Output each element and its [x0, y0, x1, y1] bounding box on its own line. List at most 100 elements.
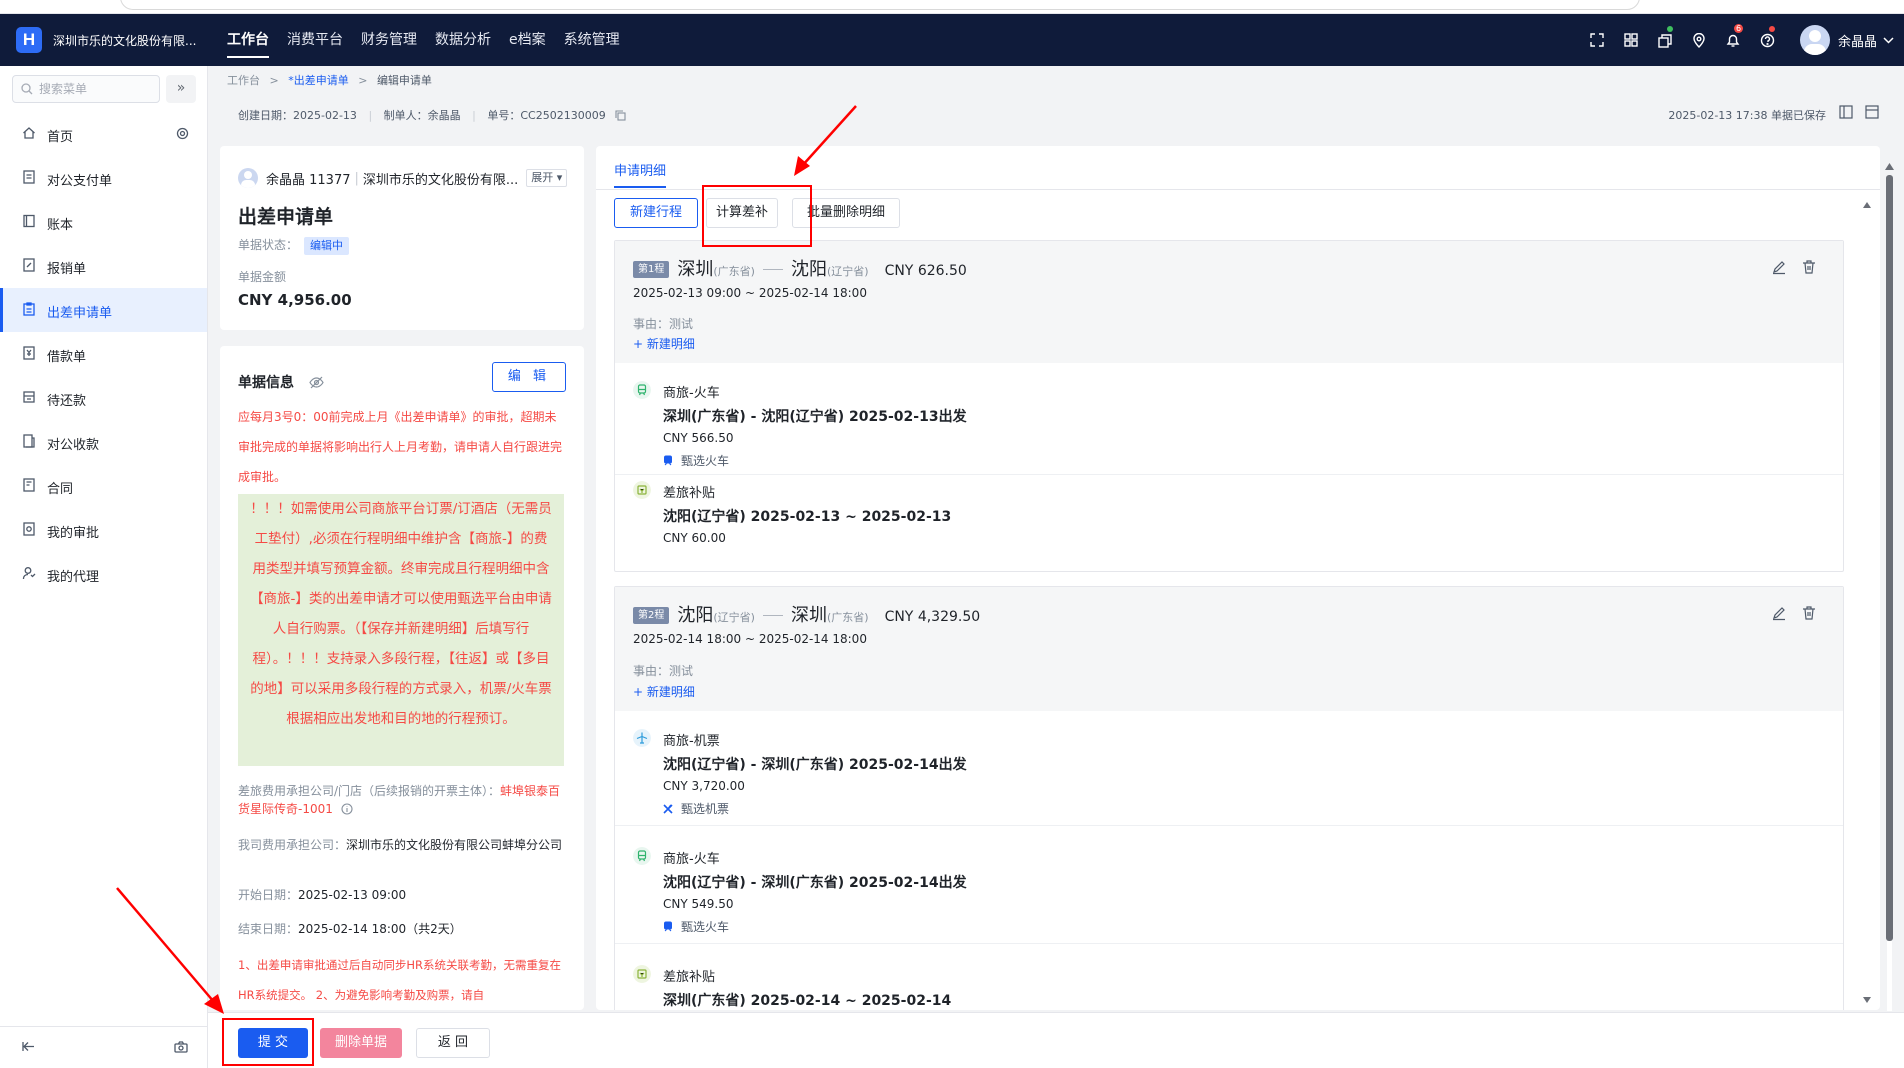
- train-small-icon: [664, 455, 672, 466]
- sidebar-item-label: 对公收款: [47, 438, 100, 453]
- scroll-down-icon[interactable]: [1863, 997, 1871, 1003]
- scroll-up-icon[interactable]: [1863, 202, 1871, 208]
- windows-icon[interactable]: [1648, 14, 1682, 66]
- edit-icon[interactable]: [1771, 605, 1787, 621]
- doc-number: 单号：CC2502130009: [487, 109, 606, 122]
- layout-sidebar-icon[interactable]: [1838, 104, 1854, 120]
- cost-store-label: 差旅费用承担公司/门店（后续报销的开票主体）：: [238, 784, 501, 798]
- app-logo[interactable]: H: [16, 27, 42, 53]
- summary-card: 余晶晶 11377 | 深圳市乐的文化股份有限... 展开 ▾ 出差申请单 单据…: [220, 146, 584, 330]
- breadcrumb-root[interactable]: 工作台: [227, 74, 260, 87]
- sidebar-item-public-receipt[interactable]: 对公收款: [0, 420, 207, 464]
- notice-approval-deadline: 应每月3号0：00前完成上月《出差申请单》的审批，超期未审批完成的单据将影响出行…: [238, 410, 563, 484]
- sidebar-item-loan[interactable]: 借款单: [0, 332, 207, 376]
- sidebar-item-my-agent[interactable]: 我的代理: [0, 552, 207, 596]
- breadcrumb-separator: >: [358, 74, 368, 87]
- doc-info-title: 单据信息: [238, 372, 324, 392]
- avatar[interactable]: [1799, 25, 1830, 55]
- scroll-up-icon[interactable]: [1885, 163, 1894, 170]
- edit-icon[interactable]: [1771, 259, 1787, 275]
- search-icon: [21, 83, 33, 95]
- new-detail-link[interactable]: + 新建明细: [633, 335, 695, 352]
- user-menu[interactable]: 余晶晶: [1799, 25, 1894, 55]
- back-button[interactable]: 返 回: [416, 1028, 490, 1058]
- nav-e-archive[interactable]: e档案: [509, 14, 546, 66]
- delete-icon[interactable]: [1801, 259, 1817, 275]
- applicant-name: 余晶晶 11377: [266, 172, 351, 188]
- plane-small-icon: [663, 804, 673, 814]
- chevron-down-icon[interactable]: [1883, 36, 1894, 44]
- sidebar: 搜索菜单 » 首页 对公支付单 账本 报销单 出差申请单 借款单 待还款 对公收…: [0, 66, 208, 1068]
- detail-item[interactable]: 商旅-火车 沈阳(辽宁省) - 深圳(广东省) 2025-02-14出发 CNY…: [633, 847, 1833, 934]
- menu-search-input[interactable]: 搜索菜单: [12, 75, 160, 103]
- breadcrumb-last: 编辑申请单: [376, 74, 432, 87]
- layout-full-icon[interactable]: [1864, 104, 1880, 120]
- notification-bell-icon[interactable]: 6: [1716, 14, 1750, 66]
- detail-item[interactable]: 商旅-机票 沈阳(辽宁省) - 深圳(广东省) 2025-02-14出发 CNY…: [633, 729, 1833, 816]
- nav-system[interactable]: 系统管理: [564, 14, 620, 66]
- scroll-thumb[interactable]: [1886, 175, 1893, 941]
- new-trip-button[interactable]: 新建行程: [614, 198, 698, 228]
- nav-finance[interactable]: 财务管理: [361, 14, 417, 66]
- status-dot: [1667, 26, 1673, 32]
- clipboard-icon: [23, 302, 35, 316]
- breadcrumb-current[interactable]: *出差申请单: [288, 74, 349, 87]
- fullscreen-icon[interactable]: [1580, 14, 1614, 66]
- detail-sub: 甄选火车: [663, 918, 729, 935]
- trip-leg: 第2程 沈阳 (辽宁省) 深圳 (广东省) CNY 4,329.50: [633, 601, 980, 627]
- delete-icon[interactable]: [1801, 605, 1817, 621]
- sidebar-item-my-approval[interactable]: 我的审批: [0, 508, 207, 552]
- route-arrow: [762, 615, 783, 616]
- detail-item[interactable]: 商旅-火车 深圳(广东省) - 沈阳(辽宁省) 2025-02-13出发 CNY…: [633, 381, 1833, 468]
- trip-dates: 2025-02-13 09:00 ~ 2025-02-14 18:00: [633, 286, 867, 300]
- sidebar-item-pending-repayment[interactable]: 待还款: [0, 376, 207, 420]
- company-name[interactable]: 深圳市乐的文化股份有限...: [53, 32, 196, 49]
- sidebar-item-reimbursement[interactable]: 报销单: [0, 244, 207, 288]
- sidebar-item-public-payment[interactable]: 对公支付单: [0, 156, 207, 200]
- inner-scrollbar[interactable]: [1860, 202, 1874, 1006]
- new-detail-link[interactable]: + 新建明细: [633, 683, 695, 700]
- detail-tabbar: 申请明细: [596, 146, 1880, 190]
- page-scrollbar[interactable]: [1882, 163, 1896, 1019]
- cost-store-line: 差旅费用承担公司/门店（后续报销的开票主体）：蚌埠银泰百货星际传奇-1001: [238, 782, 568, 818]
- document-icon: [23, 170, 35, 184]
- collapse-sidebar-button[interactable]: »: [166, 75, 196, 103]
- detail-type: 差旅补贴: [663, 486, 716, 501]
- doc-info-title-text: 单据信息: [238, 375, 294, 391]
- detail-price: CNY 566.50: [663, 431, 734, 445]
- breadcrumb: 工作台 > *出差申请单 > 编辑申请单: [227, 72, 432, 88]
- trip-from-province: (辽宁省): [713, 611, 755, 624]
- info-icon[interactable]: [341, 803, 353, 815]
- status-badge: 编辑中: [304, 237, 350, 255]
- detail-sub: 甄选机票: [663, 800, 729, 817]
- user-name[interactable]: 余晶晶: [1838, 31, 1877, 50]
- tab-application-details[interactable]: 申请明细: [614, 160, 667, 188]
- sidebar-item-contract[interactable]: 合同: [0, 464, 207, 508]
- camera-icon[interactable]: [174, 1041, 188, 1053]
- doc-meta-left: 创建日期：2025-02-13 | 制单人：余晶晶 | 单号：CC2502130…: [238, 107, 626, 123]
- notification-badge: 6: [1734, 24, 1743, 33]
- collapse-left-icon[interactable]: [22, 1041, 35, 1052]
- agent-icon: [22, 567, 36, 580]
- detail-item[interactable]: 差旅补贴 沈阳(辽宁省) 2025-02-13 ~ 2025-02-13 CNY…: [633, 481, 1833, 551]
- copy-icon[interactable]: [615, 110, 626, 121]
- sidebar-item-ledger[interactable]: 账本: [0, 200, 207, 244]
- gear-icon[interactable]: [176, 127, 189, 140]
- nav-analytics[interactable]: 数据分析: [435, 14, 491, 66]
- nav-workbench[interactable]: 工作台: [227, 14, 269, 66]
- sidebar-item-home[interactable]: 首页: [0, 112, 207, 156]
- contract-icon: [23, 478, 35, 492]
- apps-grid-icon[interactable]: [1614, 14, 1648, 66]
- help-icon[interactable]: [1750, 14, 1784, 66]
- eye-off-icon[interactable]: [309, 376, 324, 389]
- detail-item[interactable]: 差旅补贴 深圳(广东省) 2025-02-14 ~ 2025-02-14: [633, 965, 1833, 1010]
- sidebar-item-label: 待还款: [47, 394, 87, 409]
- nav-consumption[interactable]: 消费平台: [287, 14, 343, 66]
- expand-button[interactable]: 展开 ▾: [526, 169, 568, 187]
- expand-label: 展开: [531, 171, 554, 184]
- location-icon[interactable]: [1682, 14, 1716, 66]
- start-label: 开始日期：: [238, 888, 299, 902]
- edit-button[interactable]: 编 辑: [492, 362, 566, 392]
- sidebar-item-travel-request[interactable]: 出差申请单: [0, 288, 207, 332]
- delete-document-button[interactable]: 删除单据: [320, 1028, 402, 1058]
